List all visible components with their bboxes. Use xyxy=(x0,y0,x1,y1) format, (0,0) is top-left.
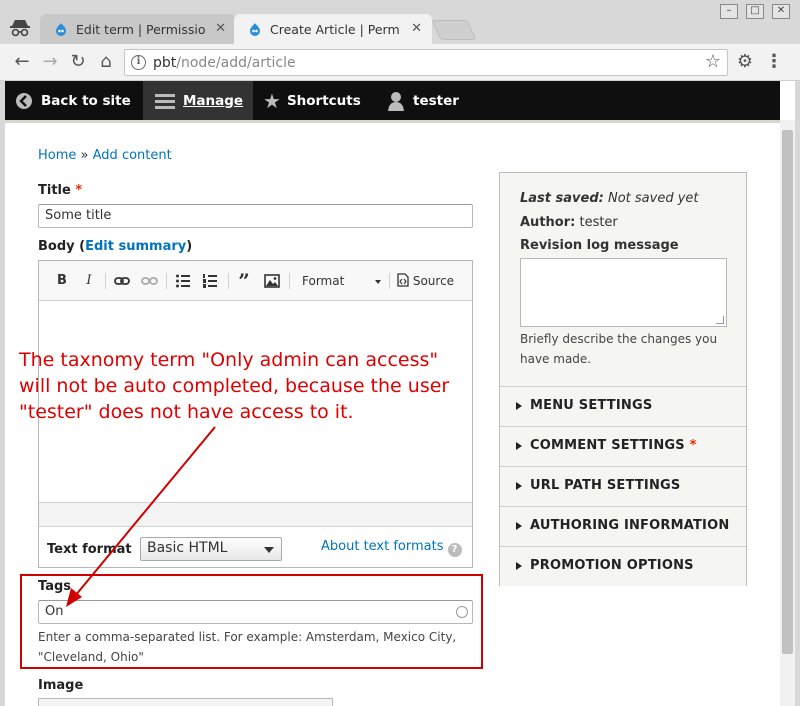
tab-title: Edit term | Permissions xyxy=(76,21,206,37)
italic-button[interactable]: I xyxy=(83,272,95,290)
node-meta: Last saved: Not saved yet Author: tester… xyxy=(500,173,746,387)
info-icon[interactable]: i xyxy=(131,55,146,70)
about-text-formats[interactable]: About text formats? xyxy=(321,539,462,557)
window-close-button[interactable]: ✕ xyxy=(772,4,790,19)
triangle-right-icon xyxy=(516,482,522,490)
close-icon[interactable]: ✕ xyxy=(411,21,422,36)
image-icon[interactable] xyxy=(263,272,281,290)
resize-grip-icon[interactable] xyxy=(716,316,724,324)
title-input[interactable]: Some title xyxy=(38,204,473,228)
hamburger-icon xyxy=(155,93,175,109)
revision-log-textarea[interactable] xyxy=(520,258,727,327)
unlink-icon[interactable] xyxy=(140,272,158,290)
editor-status-bar xyxy=(39,502,472,526)
numbered-list-icon[interactable] xyxy=(202,272,218,290)
menu-settings-section[interactable]: MENU SETTINGS xyxy=(500,386,746,426)
page-scrollbar[interactable] xyxy=(780,120,795,706)
triangle-right-icon xyxy=(516,442,522,450)
extension-gear-icon[interactable]: ⚙ xyxy=(735,52,755,72)
breadcrumb-add-content-link[interactable]: Add content xyxy=(93,148,172,163)
text-format-row: Text format Basic HTML About text format… xyxy=(39,526,472,567)
browser-titlebar: Edit term | Permissions ✕ Create Article… xyxy=(0,0,800,44)
shortcuts-tab[interactable]: ★ Shortcuts xyxy=(263,81,361,120)
breadcrumb: Home » Add content xyxy=(38,148,172,163)
window-border xyxy=(0,81,5,706)
menu-dots-icon[interactable]: ⋮ xyxy=(764,52,784,72)
back-to-site-link[interactable]: Back to site xyxy=(15,81,131,120)
browser-toolbar: ← → ↻ ⌂ i pbt/node/add/article ☆ ⚙ ⋮ xyxy=(0,44,800,81)
forward-arrow-icon[interactable]: → xyxy=(40,52,60,72)
body-label: Body (Edit summary) xyxy=(38,239,193,254)
incognito-icon xyxy=(10,20,30,37)
link-icon[interactable] xyxy=(113,272,131,290)
edit-summary-link[interactable]: Edit summary xyxy=(85,239,186,254)
text-format-label: Text format xyxy=(47,542,132,557)
bold-button[interactable]: B xyxy=(55,272,69,290)
window-border xyxy=(795,81,800,706)
required-marker: * xyxy=(75,183,83,198)
address-bar[interactable]: i pbt/node/add/article ☆ xyxy=(124,49,728,76)
authoring-information-section[interactable]: AUTHORING INFORMATION xyxy=(500,506,746,546)
source-button[interactable]: Source xyxy=(397,272,457,290)
revision-log-label: Revision log message xyxy=(520,238,679,253)
editor-toolbar: B I ” Format Source xyxy=(39,261,472,301)
format-dropdown[interactable]: Format xyxy=(295,272,381,290)
tab-create-article[interactable]: Create Article | Permissions ✕ xyxy=(234,14,432,44)
maximize-button[interactable]: □ xyxy=(746,4,764,19)
new-tab-button[interactable] xyxy=(431,20,477,40)
url-text: pbt/node/add/article xyxy=(153,55,296,71)
promotion-options-section[interactable]: PROMOTION OPTIONS xyxy=(500,546,746,586)
triangle-right-icon xyxy=(516,402,522,410)
help-icon: ? xyxy=(447,543,462,557)
bulleted-list-icon[interactable] xyxy=(175,272,191,290)
url-path-settings-section[interactable]: URL PATH SETTINGS xyxy=(500,466,746,506)
title-label: Title * xyxy=(38,183,83,198)
blockquote-icon[interactable]: ” xyxy=(235,271,253,291)
user-icon xyxy=(388,91,404,111)
scroll-thumb[interactable] xyxy=(782,130,793,654)
user-tab[interactable]: tester xyxy=(387,81,459,120)
node-sidebar: Last saved: Not saved yet Author: tester… xyxy=(499,172,747,586)
author: Author: tester xyxy=(520,215,618,230)
annotation-text: The taxnomy term "Only admin can access"… xyxy=(19,349,450,423)
drupal-favicon-icon xyxy=(56,23,66,36)
triangle-right-icon xyxy=(516,562,522,570)
about-text-formats-link[interactable]: About text formats xyxy=(321,539,444,554)
tab-edit-term[interactable]: Edit term | Permissions ✕ xyxy=(40,14,236,44)
manage-tab[interactable]: Manage xyxy=(143,81,253,120)
home-icon[interactable]: ⌂ xyxy=(96,52,116,72)
tab-title: Create Article | Permissions xyxy=(270,21,400,37)
toolbar-shadow xyxy=(5,120,780,123)
reload-icon[interactable]: ↻ xyxy=(68,52,88,72)
minimize-button[interactable]: – xyxy=(720,4,738,19)
revision-log-description: Briefly describe the changes you have ma… xyxy=(520,332,718,366)
comment-settings-section[interactable]: COMMENT SETTINGS * xyxy=(500,426,746,466)
triangle-right-icon xyxy=(516,522,522,530)
close-icon[interactable]: ✕ xyxy=(215,21,226,36)
required-marker: * xyxy=(689,438,697,453)
star-icon: ★ xyxy=(263,88,281,113)
text-format-select[interactable]: Basic HTML xyxy=(140,537,282,561)
last-saved: Last saved: Not saved yet xyxy=(520,191,699,206)
bookmark-star-icon[interactable]: ☆ xyxy=(705,51,721,72)
drupal-favicon-icon xyxy=(250,23,260,36)
breadcrumb-home-link[interactable]: Home xyxy=(38,148,76,163)
annotation-highlight-box xyxy=(20,574,483,669)
admin-toolbar: Back to site Manage ★ Shortcuts tester xyxy=(5,81,780,120)
source-icon xyxy=(397,273,409,287)
back-circle-icon xyxy=(16,92,32,109)
back-arrow-icon[interactable]: ← xyxy=(12,52,32,72)
image-upload-field[interactable] xyxy=(38,698,333,706)
image-label: Image xyxy=(38,678,84,693)
